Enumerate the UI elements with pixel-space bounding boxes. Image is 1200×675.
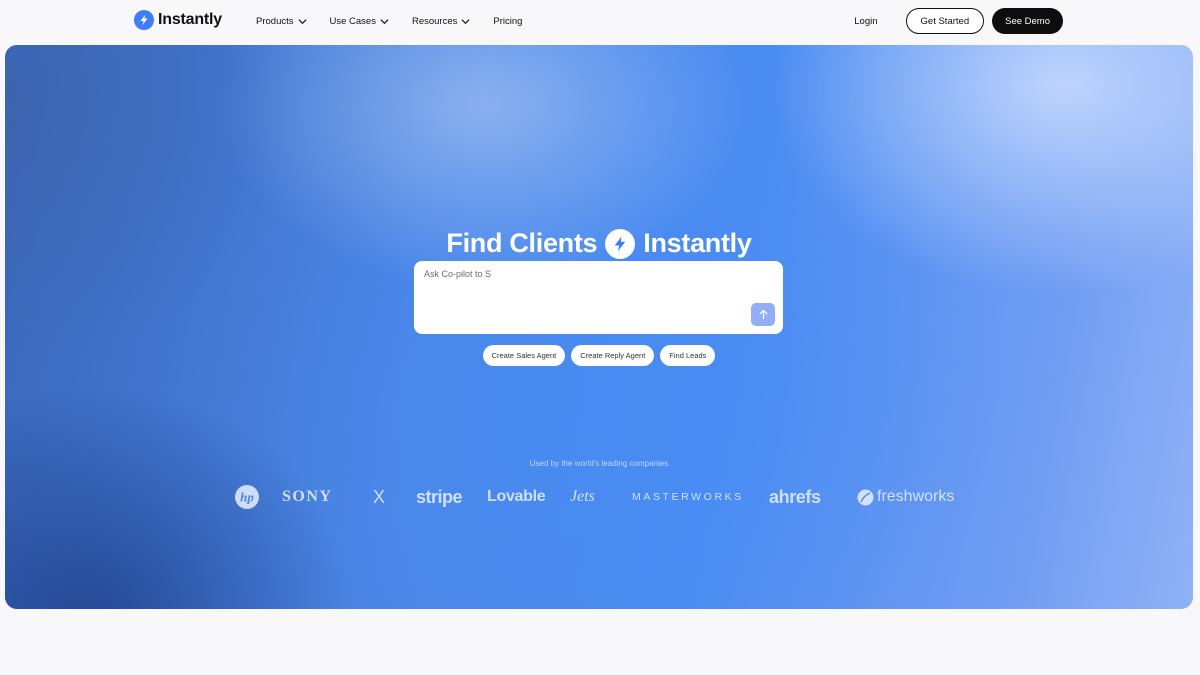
lightning-icon: [134, 10, 154, 30]
sony-logo: SONY: [282, 488, 333, 505]
hero-background-shade: [5, 45, 305, 365]
chip-create-reply-agent[interactable]: Create Reply Agent: [571, 345, 655, 366]
lightning-icon: [605, 228, 636, 259]
suggestion-chips: Create Sales Agent Create Reply Agent Fi…: [5, 345, 1193, 366]
used-by-caption: Used by the world's leading companies: [529, 459, 669, 468]
nav-use-cases-label: Use Cases: [329, 15, 376, 27]
login-link[interactable]: Login: [854, 16, 877, 27]
chevron-down-icon: [380, 18, 389, 24]
chevron-down-icon: [297, 18, 307, 24]
nav-use-cases[interactable]: Use Cases: [330, 16, 389, 27]
get-started-button[interactable]: Get Started: [905, 8, 985, 34]
jets-logo: Jets: [570, 488, 595, 505]
hero-section: Find Clients Instantly Get more clients …: [5, 45, 1193, 609]
chevron-down-icon: [461, 18, 470, 24]
nav-products[interactable]: Products: [256, 16, 307, 27]
freshworks-wordmark: freshworks: [877, 488, 955, 505]
top-navigation: Instantly Products Use Cases Resources P…: [0, 0, 1200, 44]
nav-pricing-label: Pricing: [493, 15, 523, 27]
arrow-up-icon: [759, 309, 767, 320]
copilot-prompt-box: [414, 261, 783, 334]
freshworks-logo: freshworks: [857, 483, 954, 511]
svg-text:hp: hp: [240, 490, 254, 505]
chip-create-sales-agent[interactable]: Create Sales Agent: [482, 345, 566, 366]
nav-resources-label: Resources: [411, 15, 458, 27]
see-demo-button[interactable]: See Demo: [992, 8, 1063, 34]
customer-logos: hp SONY X stripe Lovable Jets MASTERWORK…: [5, 483, 1193, 511]
x-logo: X: [373, 486, 386, 507]
freshworks-leaf-icon: [857, 489, 874, 505]
brand-name: Instantly: [158, 11, 222, 28]
main-nav: Products Use Cases Resources Pricing: [256, 0, 545, 42]
brand-logo[interactable]: Instantly: [134, 10, 222, 30]
send-button[interactable]: [751, 303, 775, 326]
copilot-prompt-input[interactable]: [424, 269, 744, 279]
nav-resources[interactable]: Resources: [412, 16, 470, 27]
nav-pricing[interactable]: Pricing: [493, 16, 522, 27]
masterworks-logo: MASTERWORKS: [632, 491, 744, 503]
hero-title: Find Clients Instantly: [5, 228, 1193, 259]
hero-title-right: Instantly: [643, 228, 752, 258]
hp-logo: hp: [234, 483, 260, 511]
nav-products-label: Products: [256, 15, 294, 27]
hero-title-left: Find Clients: [446, 228, 598, 258]
ahrefs-logo: ahrefs: [769, 486, 821, 507]
stripe-logo: stripe: [416, 486, 463, 507]
header-actions: Login Get Started See Demo: [854, 8, 1063, 34]
lovable-logo: Lovable: [487, 488, 546, 505]
chip-find-leads[interactable]: Find Leads: [660, 345, 716, 366]
